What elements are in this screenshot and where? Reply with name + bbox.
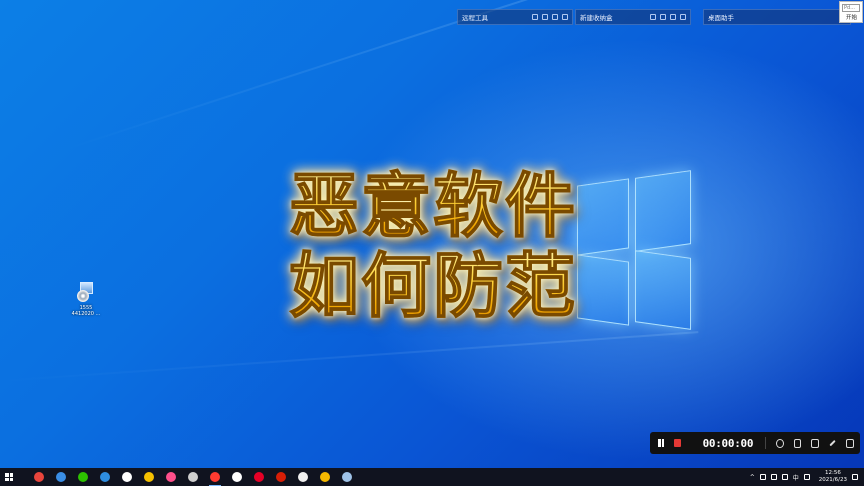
pen-icon[interactable] — [829, 439, 836, 447]
fence-title: 远程工具 — [462, 14, 488, 22]
start-button[interactable]: 开始 — [843, 14, 860, 22]
microphone-icon[interactable] — [759, 474, 766, 480]
mini-popup: Pd... 开始 — [839, 1, 863, 23]
clock-time: 12:56 — [824, 470, 841, 476]
taskbar-apps — [28, 468, 358, 486]
windows-logo-wallpaper — [575, 170, 693, 330]
minimize-window-icon[interactable] — [846, 438, 854, 448]
recording-timer: 00:00:00 — [702, 436, 754, 450]
overlay-title-line-1: 恶意软件 — [278, 165, 588, 247]
taskbar-app-tool[interactable] — [182, 468, 204, 486]
overlay-title-line-2: 如何防范 — [278, 245, 588, 327]
fullscreen-icon[interactable] — [793, 438, 802, 448]
taskbar-app-setup[interactable] — [336, 468, 358, 486]
taskbar-app-browser-blue[interactable] — [50, 468, 72, 486]
focus-icon[interactable] — [776, 438, 784, 448]
setup-icon — [342, 472, 352, 482]
windows-start-button[interactable] — [0, 468, 18, 486]
qq-icon — [122, 472, 132, 482]
desktop-fence-remote-tools[interactable]: 远程工具 — [457, 9, 573, 25]
taskbar-app-chrome[interactable] — [28, 468, 50, 486]
wechat-icon — [78, 472, 88, 482]
browser-blue-icon — [56, 472, 66, 482]
camera-icon[interactable] — [811, 438, 820, 448]
desktop-icon-installer[interactable]: 1555 4412020 ... — [68, 282, 104, 317]
recorder-icon — [210, 472, 220, 482]
taskbar-app-netease[interactable] — [248, 468, 270, 486]
taskbar-app-wps[interactable] — [270, 468, 292, 486]
antivirus-icon[interactable] — [803, 474, 810, 480]
tool-icon — [188, 472, 198, 482]
lock-icon[interactable] — [542, 14, 548, 20]
desktop-fence-new-box[interactable]: 新建收纳盒 — [575, 9, 691, 25]
taskbar-app-recorder[interactable] — [204, 468, 226, 486]
divider — [765, 437, 766, 449]
installer-icon — [76, 282, 96, 304]
volume-icon[interactable] — [770, 474, 777, 480]
pink-app-icon — [166, 472, 176, 482]
menu-icon[interactable] — [670, 14, 676, 20]
fence-title: 新建收纳盒 — [580, 14, 613, 22]
taskbar-app-doc[interactable] — [292, 468, 314, 486]
taskbar-app-qq[interactable] — [116, 468, 138, 486]
desktop[interactable]: 远程工具 新建收纳盒 桌面助手 Pd... 开始 1555 4412020 ..… — [0, 0, 864, 468]
taskbar-app-game[interactable] — [138, 468, 160, 486]
security-icon — [320, 472, 330, 482]
edge-icon — [100, 472, 110, 482]
menu-icon[interactable] — [552, 14, 558, 20]
taskbar-app-security[interactable] — [314, 468, 336, 486]
game-icon — [144, 472, 154, 482]
taskbar-clock[interactable]: 12:56 2021/6/23 — [819, 470, 847, 484]
list-view-icon[interactable] — [650, 14, 656, 20]
chrome-icon — [34, 472, 44, 482]
taskbar: ^ 中 12:56 2021/6/23 — [0, 468, 864, 486]
lock-icon[interactable] — [660, 14, 666, 20]
system-tray: ^ 中 12:56 2021/6/23 — [750, 470, 864, 484]
pause-button[interactable] — [656, 438, 665, 448]
chevron-up-icon[interactable]: ^ — [750, 474, 755, 481]
desktop-icon-label: 1555 4412020 ... — [71, 305, 101, 317]
capcut-icon — [232, 472, 242, 482]
taskbar-app-pink-app[interactable] — [160, 468, 182, 486]
taskbar-app-capcut[interactable] — [226, 468, 248, 486]
wps-icon — [276, 472, 286, 482]
wallpaper-light-beam — [0, 331, 699, 382]
doc-icon — [298, 472, 308, 482]
screen-recorder-bar: 00:00:00 — [650, 432, 860, 454]
netease-icon — [254, 472, 264, 482]
taskbar-app-wechat[interactable] — [72, 468, 94, 486]
desktop-fence-assistant[interactable]: 桌面助手 — [703, 9, 851, 25]
list-view-icon[interactable] — [532, 14, 538, 20]
chevron-down-icon[interactable] — [680, 14, 686, 20]
taskbar-app-edge[interactable] — [94, 468, 116, 486]
notification-icon[interactable] — [852, 474, 858, 480]
mini-popup-input[interactable]: Pd... — [842, 4, 860, 12]
clock-date: 2021/6/23 — [818, 477, 847, 483]
stop-button[interactable] — [674, 439, 681, 447]
network-icon[interactable] — [781, 474, 788, 480]
chevron-down-icon[interactable] — [562, 14, 568, 20]
fence-title: 桌面助手 — [708, 14, 734, 22]
ime-indicator[interactable]: 中 — [793, 473, 799, 482]
overlay-title: 恶意软件 如何防范 — [278, 165, 588, 327]
